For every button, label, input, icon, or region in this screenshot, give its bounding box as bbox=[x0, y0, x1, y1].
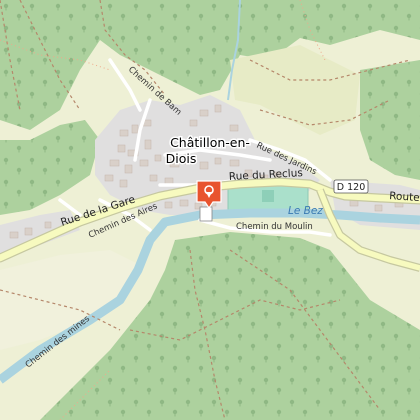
road-label-chemin-du-moulin: Chemin du Moulin bbox=[236, 222, 313, 232]
water-label-le-bez: Le Bez bbox=[288, 205, 323, 217]
town-label-line1: Châtillon-en- bbox=[170, 135, 250, 150]
town-label-line2: Diois bbox=[166, 151, 197, 166]
road-label-d120: D 120 bbox=[337, 182, 365, 193]
map-canvas[interactable]: Châtillon-en- Diois Rue de la Gare Rue d… bbox=[0, 0, 420, 420]
road-label-route: Route bbox=[389, 190, 420, 204]
sports-pitch bbox=[262, 190, 274, 202]
map-view[interactable]: Châtillon-en- Diois Rue de la Gare Rue d… bbox=[0, 0, 420, 420]
bridge bbox=[199, 206, 213, 222]
